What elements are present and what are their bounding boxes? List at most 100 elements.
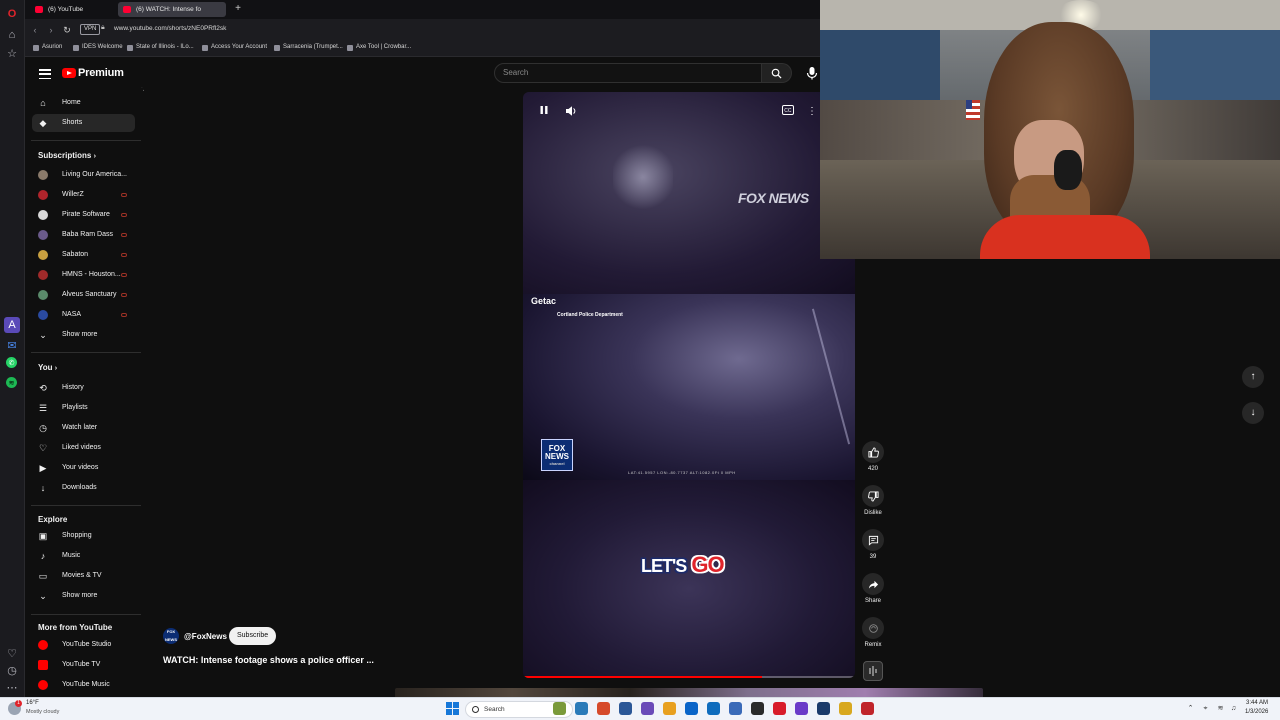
clock-date[interactable]: 1/3/2026 (1245, 709, 1268, 715)
subscribe-button[interactable]: Subscribe (229, 627, 277, 645)
weather-description[interactable]: Mostly cloudy (26, 709, 59, 715)
sidebar-item-home[interactable]: ⌂ Home (32, 94, 135, 112)
microphone-icon[interactable] (804, 65, 820, 81)
taskbar-app-icon[interactable] (773, 702, 786, 715)
video-title[interactable]: WATCH: Intense footage shows a police of… (163, 655, 374, 665)
pause-button[interactable] (537, 105, 551, 119)
show-more-explore-button[interactable]: ⌄ Show more (32, 587, 135, 605)
sidebar-item-shopping[interactable]: ▣ Shopping (32, 527, 135, 545)
home-icon[interactable]: ⌂ (4, 27, 20, 43)
clock-time[interactable]: 3:44 AM (1246, 700, 1268, 706)
search-input[interactable]: Search (494, 63, 762, 83)
sidebar-item-watch-later[interactable]: ◷ Watch later (32, 419, 135, 437)
you-heading[interactable]: You › (38, 363, 57, 372)
channel-handle[interactable]: @FoxNews (184, 632, 227, 641)
aria-icon[interactable]: A (4, 317, 20, 333)
shorts-video-player[interactable]: FOX NEWS Getac Cortland Police Departmen… (523, 92, 855, 678)
reload-button[interactable]: ↻ (61, 24, 73, 36)
taskbar-app-icon[interactable] (729, 702, 742, 715)
more-icon[interactable]: ⋯ (4, 679, 20, 695)
sidebar-item-subscription[interactable]: Living Our America... (32, 166, 135, 184)
progress-bar[interactable] (523, 676, 855, 678)
sidebar-item-your-videos[interactable]: ▶ Your videos (32, 459, 135, 477)
whatsapp-icon[interactable]: ✆ (6, 357, 17, 368)
taskbar-app-icon[interactable] (817, 702, 830, 715)
taskbar-app-icon[interactable] (597, 702, 610, 715)
windows-start-icon[interactable] (446, 702, 459, 715)
next-short-button[interactable]: ↓ (1242, 402, 1264, 424)
taskbar-app-icon[interactable] (751, 702, 764, 715)
taskbar-app-icon[interactable] (685, 702, 698, 715)
forward-button[interactable]: › (45, 24, 57, 36)
captions-button[interactable]: CC (781, 105, 795, 119)
sidebar-item-movies-tv[interactable]: ▭ Movies & TV (32, 567, 135, 585)
search-button[interactable] (762, 63, 792, 83)
sidebar-item-subscription[interactable]: HMNS - Houston... (32, 266, 135, 284)
sidebar-item-youtube-tv[interactable]: YouTube TV (32, 656, 135, 674)
heart-icon[interactable]: ♡ (4, 645, 20, 661)
sidebar-item-subscription[interactable]: Baba Ram Dass (32, 226, 135, 244)
sidebar-item-shorts[interactable]: ◆ Shorts (32, 114, 135, 132)
taskbar-app-icon[interactable] (619, 702, 632, 715)
tray-location-icon[interactable]: ⌖ (1201, 704, 1210, 713)
opera-logo-icon[interactable]: O (4, 6, 20, 22)
sidebar-item-youtube-studio[interactable]: YouTube Studio (32, 636, 135, 654)
hamburger-menu-icon[interactable] (38, 67, 52, 81)
dislike-button[interactable]: Dislike (862, 485, 884, 516)
tab-youtube[interactable]: (6) YouTube (30, 2, 115, 17)
spotify-icon[interactable]: ≋ (6, 377, 17, 388)
bookmark-item[interactable]: State of Illinois - ILo... (127, 44, 194, 51)
sidebar-item-subscription[interactable]: Sabaton (32, 246, 135, 264)
taskbar-app-icon[interactable] (575, 702, 588, 715)
star-icon[interactable]: ☆ (4, 45, 20, 61)
sidebar-item-music[interactable]: ♪ Music (32, 547, 135, 565)
lock-icon[interactable]: 🔒︎ (101, 24, 105, 32)
show-more-subscriptions-button[interactable]: ⌄ Show more (32, 326, 135, 344)
share-button[interactable]: Share (862, 573, 884, 604)
taskbar-app-icon[interactable] (795, 702, 808, 715)
sidebar-item-subscription[interactable]: Pirate Software (32, 206, 135, 224)
comments-button[interactable]: 39 (862, 529, 884, 560)
taskbar-app-icon[interactable] (663, 702, 676, 715)
like-button[interactable]: 420 (862, 441, 884, 472)
messenger-icon[interactable]: ✉ (4, 337, 20, 353)
taskbar-app-icon[interactable] (553, 702, 566, 715)
taskbar-app-icon[interactable] (641, 702, 654, 715)
back-button[interactable]: ‹ (29, 24, 41, 36)
bookmark-item[interactable]: Asurion (33, 44, 62, 51)
sidebar-item-liked-videos[interactable]: ♡ Liked videos (32, 439, 135, 457)
channel-avatar[interactable]: FOX NEWS (163, 628, 179, 644)
sidebar-item-history[interactable]: ⟲ History (32, 379, 135, 397)
previous-short-button[interactable]: ↑ (1242, 366, 1264, 388)
remix-button[interactable]: Remix (862, 617, 884, 648)
sidebar-item-youtube-music[interactable]: YouTube Music (32, 676, 135, 694)
more-options-button[interactable]: ⋮ (805, 105, 819, 119)
new-tab-button[interactable]: + (232, 3, 244, 15)
history-icon[interactable]: ◷ (4, 662, 20, 678)
youtube-logo-icon[interactable] (62, 68, 76, 78)
bookmark-item[interactable]: IDES Welcome (73, 44, 123, 51)
taskbar-app-icon[interactable] (707, 702, 720, 715)
vpn-badge[interactable]: VPN (80, 24, 101, 35)
sidebar-item-downloads[interactable]: ↓ Downloads (32, 479, 135, 497)
subscriptions-heading[interactable]: Subscriptions › (38, 151, 96, 160)
sidebar-item-subscription[interactable]: Alveus Sanctuary (32, 286, 135, 304)
taskbar-app-icon[interactable] (839, 702, 852, 715)
sound-thumbnail[interactable] (863, 661, 883, 681)
youtube-wordmark[interactable]: Premium (78, 67, 124, 79)
taskbar-app-icon[interactable] (861, 702, 874, 715)
live-indicator-icon (121, 213, 127, 217)
sidebar-item-subscription[interactable]: NASA (32, 306, 135, 324)
tab-watch[interactable]: (6) WATCH: Intense fo (118, 2, 226, 17)
tray-overflow-icon[interactable]: ⌃ (1186, 704, 1195, 713)
speaker-icon[interactable]: ♫ (1229, 704, 1238, 713)
weather-temperature[interactable]: 16°F (26, 700, 39, 706)
bookmark-item[interactable]: Access Your Account (202, 44, 267, 51)
sidebar-item-subscription[interactable]: WillerZ (32, 186, 135, 204)
bookmark-item[interactable]: Axe Tool | Crowbar... (347, 44, 411, 51)
volume-button[interactable] (564, 105, 578, 119)
bookmark-item[interactable]: Sarracenia (Trumpet... (274, 44, 343, 51)
sidebar-item-playlists[interactable]: ☰ Playlists (32, 399, 135, 417)
url-field[interactable]: www.youtube.com/shorts/zNE0PRfl2sk (114, 25, 226, 32)
wifi-icon[interactable]: ≋ (1216, 704, 1225, 713)
